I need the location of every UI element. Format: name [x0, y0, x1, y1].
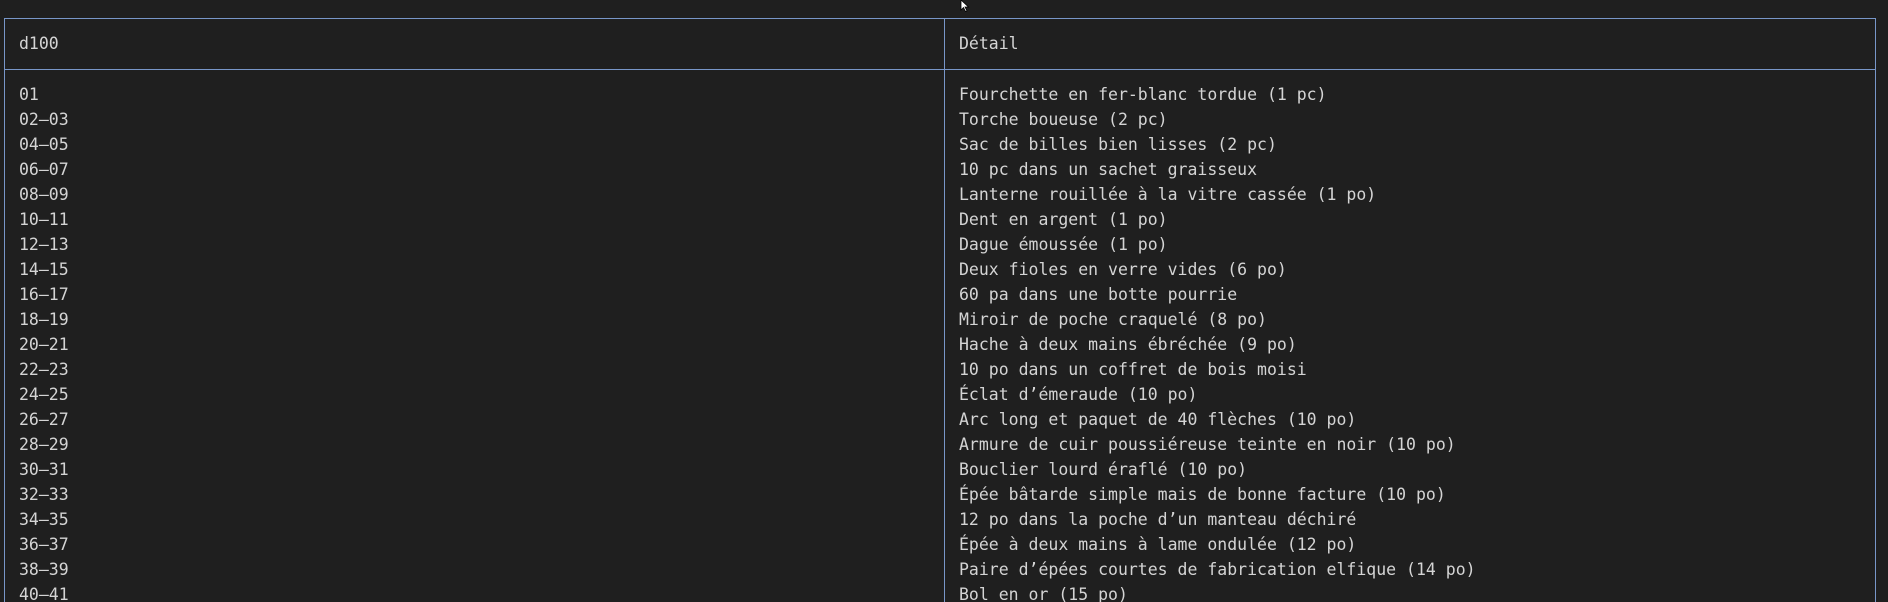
table-row: 34–35 12 po dans la poche d’un manteau dé…	[5, 507, 1875, 532]
roll-range: 12–13	[19, 235, 69, 254]
table-row: 38–39 Paire d’épées courtes de fabricatio…	[5, 557, 1875, 582]
roll-range: 16–17	[19, 285, 69, 304]
roll-range: 30–31	[19, 460, 69, 479]
table-row: 20–21 Hache à deux mains ébréchée (9 po)	[5, 332, 1875, 357]
table-row: 08–09 Lanterne rouillée à la vitre cassée…	[5, 182, 1875, 207]
table-row: 24–25 Éclat d’émeraude (10 po)	[5, 382, 1875, 407]
roll-range: 40–41	[19, 585, 69, 602]
roll-range: 04–05	[19, 135, 69, 154]
roll-range: 36–37	[19, 535, 69, 554]
roll-range: 24–25	[19, 385, 69, 404]
item-detail: Épée à deux mains à lame ondulée (12 po)	[959, 535, 1357, 554]
table-row: 10–11 Dent en argent (1 po)	[5, 207, 1875, 232]
mouse-cursor-icon	[960, 0, 970, 12]
table-row: 28–29 Armure de cuir poussiéreuse teinte …	[5, 432, 1875, 457]
table-row: 01 Fourchette en fer-blanc tordue (1 pc)	[5, 82, 1875, 107]
table-row: 04–05 Sac de billes bien lisses (2 pc)	[5, 132, 1875, 157]
item-detail: Fourchette en fer-blanc tordue (1 pc)	[959, 85, 1327, 104]
table-row: 32–33 Épée bâtarde simple mais de bonne f…	[5, 482, 1875, 507]
table-row: 14–15 Deux fioles en verre vides (6 po)	[5, 257, 1875, 282]
item-detail: Lanterne rouillée à la vitre cassée (1 p…	[959, 185, 1377, 204]
table-row: 30–31 Bouclier lourd éraflé (10 po)	[5, 457, 1875, 482]
item-detail: Armure de cuir poussiéreuse teinte en no…	[959, 435, 1456, 454]
table-row: 40–41 Bol en or (15 po)	[5, 582, 1875, 602]
table-row: 22–23 10 po dans un coffret de bois moisi	[5, 357, 1875, 382]
item-detail: 12 po dans la poche d’un manteau déchiré	[959, 510, 1357, 529]
table-row: 26–27 Arc long et paquet de 40 flèches (1…	[5, 407, 1875, 432]
item-detail: Hache à deux mains ébréchée (9 po)	[959, 335, 1297, 354]
table-row: 16–17 60 pa dans une botte pourrie	[5, 282, 1875, 307]
roll-range: 18–19	[19, 310, 69, 329]
roll-range: 22–23	[19, 360, 69, 379]
loot-table: d100 Détail 01 Fourchette en fer-blanc to…	[4, 18, 1876, 602]
item-detail: 10 pc dans un sachet graisseux	[959, 160, 1258, 179]
roll-range: 20–21	[19, 335, 69, 354]
roll-range: 06–07	[19, 160, 69, 179]
item-detail: Deux fioles en verre vides (6 po)	[959, 260, 1287, 279]
table-row: 12–13 Dague émoussée (1 po)	[5, 232, 1875, 257]
table-row: 36–37 Épée à deux mains à lame ondulée (1…	[5, 532, 1875, 557]
table-body: 01 Fourchette en fer-blanc tordue (1 pc) 0…	[5, 82, 1875, 602]
item-detail: Éclat d’émeraude (10 po)	[959, 385, 1198, 404]
item-detail: Bol en or (15 po)	[959, 585, 1128, 602]
item-detail: Dague émoussée (1 po)	[959, 235, 1168, 254]
roll-range: 10–11	[19, 210, 69, 229]
roll-range: 34–35	[19, 510, 69, 529]
table-row: 18–19 Miroir de poche craquelé (8 po)	[5, 307, 1875, 332]
roll-range: 02–03	[19, 110, 69, 129]
header-divider	[5, 69, 1875, 70]
table-row: 02–03 Torche boueuse (2 pc)	[5, 107, 1875, 132]
item-detail: Torche boueuse (2 pc)	[959, 110, 1168, 129]
item-detail: Bouclier lourd éraflé (10 po)	[959, 460, 1248, 479]
item-detail: Paire d’épées courtes de fabrication elf…	[959, 560, 1476, 579]
roll-range: 14–15	[19, 260, 69, 279]
header-roll: d100	[19, 34, 59, 53]
item-detail: Sac de billes bien lisses (2 pc)	[959, 135, 1277, 154]
item-detail: Dent en argent (1 po)	[959, 210, 1168, 229]
roll-range: 08–09	[19, 185, 69, 204]
item-detail: Épée bâtarde simple mais de bonne factur…	[959, 485, 1446, 504]
roll-range: 26–27	[19, 410, 69, 429]
item-detail: 60 pa dans une botte pourrie	[959, 285, 1238, 304]
roll-range: 32–33	[19, 485, 69, 504]
roll-range: 01	[19, 85, 39, 104]
item-detail: 10 po dans un coffret de bois moisi	[959, 360, 1307, 379]
item-detail: Miroir de poche craquelé (8 po)	[959, 310, 1267, 329]
header-detail: Détail	[959, 34, 1019, 53]
table-row: 06–07 10 pc dans un sachet graisseux	[5, 157, 1875, 182]
item-detail: Arc long et paquet de 40 flèches (10 po)	[959, 410, 1357, 429]
roll-range: 28–29	[19, 435, 69, 454]
roll-range: 38–39	[19, 560, 69, 579]
